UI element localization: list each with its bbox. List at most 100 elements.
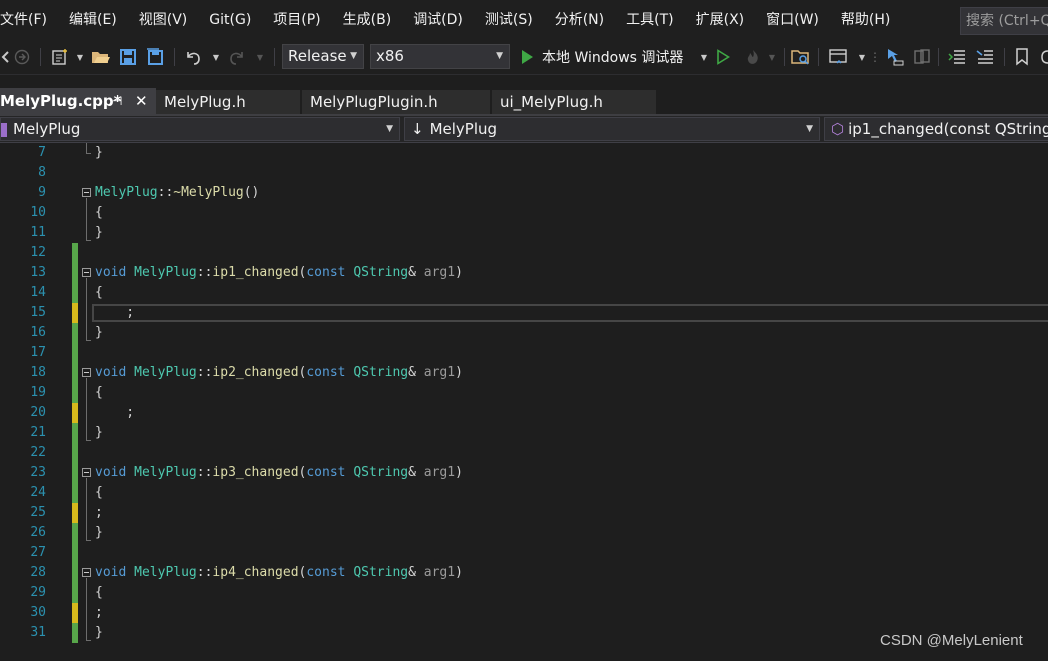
code-line[interactable]: 10 {	[0, 203, 1048, 223]
code-line[interactable]: 27	[0, 543, 1048, 563]
menu-window[interactable]: 窗口(W)	[755, 0, 830, 40]
saved-change-marker	[72, 523, 78, 543]
code-line[interactable]: 21 }	[0, 423, 1048, 443]
code-line[interactable]: 22	[0, 443, 1048, 463]
configuration-select[interactable]: Release ▼	[282, 44, 364, 69]
code-editor[interactable]: 7 } 8 9 MelyPlug::~MelyPlug() 10 { 11 } …	[0, 143, 1048, 661]
code-line[interactable]: 15 ;	[0, 303, 1048, 323]
collapse-icon[interactable]	[82, 268, 91, 277]
code-line[interactable]: 16 }	[0, 323, 1048, 343]
step-into-icon[interactable]	[882, 47, 906, 67]
menu-git[interactable]: Git(G)	[198, 0, 262, 40]
dropdown-arrow-icon[interactable]: ▼	[210, 47, 222, 67]
code-line[interactable]: 19 {	[0, 383, 1048, 403]
menu-edit[interactable]: 编辑(E)	[58, 0, 128, 40]
line-number: 15	[30, 305, 46, 320]
scope-dropdown[interactable]: ↓ MelyPlug ▼	[404, 117, 820, 141]
code-line[interactable]: 26 }	[0, 523, 1048, 543]
new-project-icon[interactable]	[48, 47, 72, 67]
saved-change-marker	[72, 383, 78, 403]
tab-melyplug-cpp[interactable]: MelyPlug.cpp* ⊣ ✕	[0, 88, 156, 115]
collapse-icon[interactable]	[82, 468, 91, 477]
unsaved-change-marker	[72, 503, 78, 523]
collapse-icon[interactable]	[82, 568, 91, 577]
dropdown-arrow-icon[interactable]: ▼	[698, 47, 710, 67]
code-line[interactable]: 14 {	[0, 283, 1048, 303]
menu-tools[interactable]: 工具(T)	[615, 0, 684, 40]
toolbar-grip-icon: ⋮	[869, 50, 881, 64]
save-all-icon[interactable]	[144, 47, 166, 67]
line-text: {	[95, 585, 103, 600]
menu-project[interactable]: 项目(P)	[262, 0, 331, 40]
tab-melyplug-h[interactable]: MelyPlug.h	[156, 90, 300, 114]
code-line[interactable]: 11 }	[0, 223, 1048, 243]
menu-view[interactable]: 视图(V)	[128, 0, 199, 40]
open-folder-icon[interactable]	[90, 47, 112, 67]
dropdown-arrow-icon[interactable]: ▼	[254, 47, 266, 67]
code-line[interactable]: 18 void MelyPlug::ip2_changed(const QStr…	[0, 363, 1048, 383]
menu-file[interactable]: 文件(F)	[0, 0, 58, 40]
close-icon[interactable]: ✕	[135, 88, 148, 115]
start-debugging-icon[interactable]	[518, 47, 536, 67]
line-number: 27	[30, 545, 46, 560]
saved-change-marker	[72, 483, 78, 503]
forward-icon[interactable]	[12, 47, 32, 67]
code-line[interactable]: 13 void MelyPlug::ip1_changed(const QStr…	[0, 263, 1048, 283]
line-text: MelyPlug::~MelyPlug()	[95, 185, 260, 200]
menu-help[interactable]: 帮助(H)	[830, 0, 901, 40]
code-line[interactable]: 23 void MelyPlug::ip3_changed(const QStr…	[0, 463, 1048, 483]
collapse-icon[interactable]	[82, 188, 91, 197]
code-line[interactable]: 30 ;	[0, 603, 1048, 623]
file-compare-icon[interactable]	[912, 47, 932, 67]
tab-label: MelyPlug.h	[164, 93, 246, 111]
code-line[interactable]: 20 ;	[0, 403, 1048, 423]
search-input[interactable]: 搜索 (Ctrl+Q)	[960, 7, 1048, 35]
code-line[interactable]: 7 }	[0, 143, 1048, 163]
toolbar-overflow-icon[interactable]	[1038, 47, 1048, 67]
code-line[interactable]: 9 MelyPlug::~MelyPlug()	[0, 183, 1048, 203]
code-line[interactable]: 29 {	[0, 583, 1048, 603]
layout-icon[interactable]	[826, 47, 852, 67]
menu-build[interactable]: 生成(B)	[332, 0, 403, 40]
collapse-icon[interactable]	[82, 368, 91, 377]
menu-test[interactable]: 测试(S)	[474, 0, 544, 40]
watermark: CSDN @MelyLenient	[880, 632, 1023, 649]
line-number: 30	[30, 605, 46, 620]
start-debugger-button[interactable]: 本地 Windows 调试器	[542, 47, 683, 67]
bookmark-icon[interactable]	[1012, 47, 1032, 67]
save-icon[interactable]	[118, 47, 138, 67]
project-value: MelyPlug	[13, 120, 81, 138]
back-icon[interactable]	[0, 47, 10, 67]
member-dropdown[interactable]: ⬡ip1_changed(const QString& arg1)	[824, 117, 1048, 141]
code-line[interactable]: 8	[0, 163, 1048, 183]
hot-reload-icon[interactable]	[742, 47, 764, 67]
code-line[interactable]: 17	[0, 343, 1048, 363]
code-line[interactable]: 25 ;	[0, 503, 1048, 523]
dropdown-arrow-icon[interactable]: ▼	[74, 47, 86, 67]
dropdown-arrow-icon[interactable]: ▼	[856, 47, 868, 67]
redo-icon[interactable]	[226, 47, 248, 67]
line-number: 19	[30, 385, 46, 400]
code-line[interactable]: 12	[0, 243, 1048, 263]
dropdown-arrow-icon[interactable]: ▼	[766, 47, 778, 67]
menu-debug[interactable]: 调试(D)	[402, 0, 474, 40]
toolbar-separator	[40, 48, 41, 66]
project-dropdown[interactable]: MelyPlug ▼	[0, 117, 400, 141]
scope-value: MelyPlug	[429, 120, 498, 138]
menu-extensions[interactable]: 扩展(X)	[685, 0, 756, 40]
folder-search-icon[interactable]	[790, 47, 812, 67]
pin-icon[interactable]: ⊣	[112, 88, 122, 115]
line-number: 18	[30, 365, 46, 380]
menu-analyze[interactable]: 分析(N)	[544, 0, 615, 40]
code-line[interactable]: 24 {	[0, 483, 1048, 503]
code-line[interactable]: 28 void MelyPlug::ip4_changed(const QStr…	[0, 563, 1048, 583]
toolbar-separator	[784, 48, 785, 66]
line-number: 17	[30, 345, 46, 360]
platform-select[interactable]: x86 ▼	[370, 44, 510, 69]
indent-icon[interactable]	[946, 47, 968, 67]
undo-icon[interactable]	[182, 47, 204, 67]
comment-icon[interactable]	[974, 47, 996, 67]
tab-melyplugplugin-h[interactable]: MelyPlugPlugin.h	[302, 90, 490, 114]
start-without-debugging-icon[interactable]	[714, 47, 732, 67]
tab-ui-melyplug-h[interactable]: ui_MelyPlug.h	[492, 90, 656, 114]
